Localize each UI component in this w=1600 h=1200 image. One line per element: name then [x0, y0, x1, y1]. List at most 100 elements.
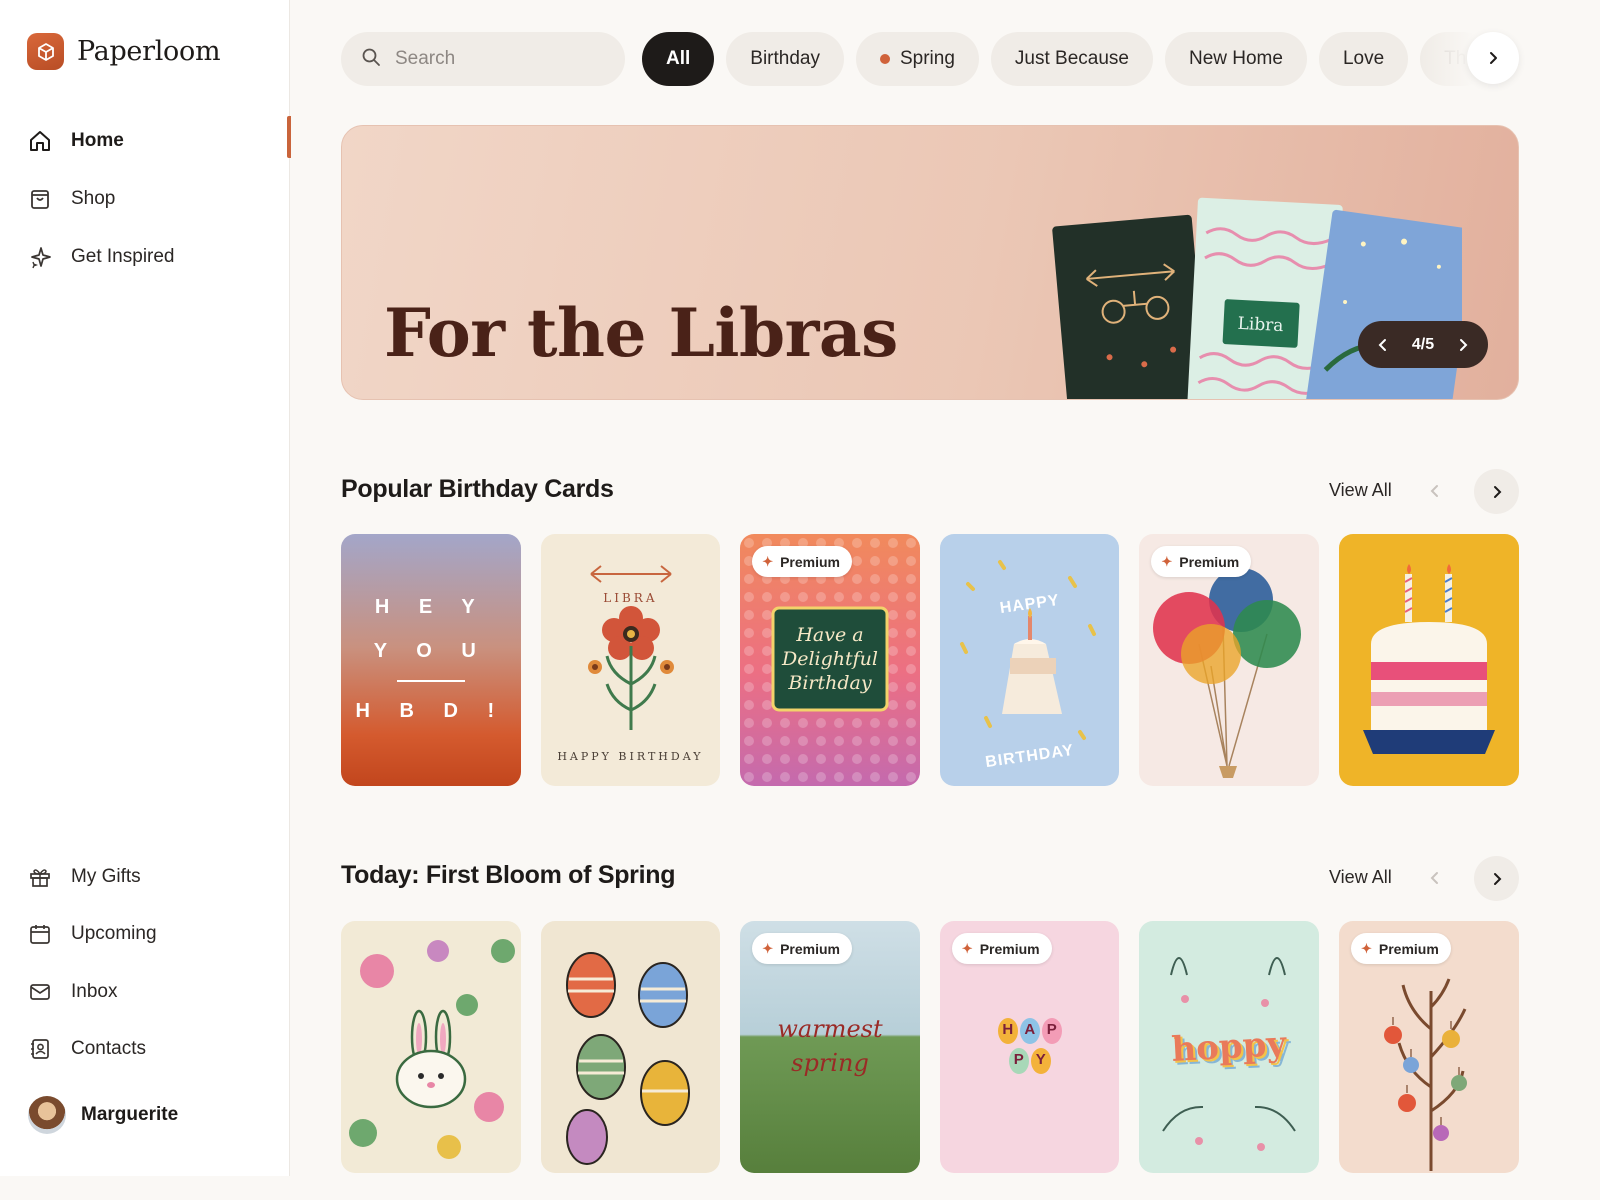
banner-prev-button[interactable]	[1374, 336, 1392, 354]
mail-icon	[28, 980, 52, 1004]
card-libra-flower[interactable]: LIBRA HAPPY BIRTHDAY	[540, 534, 721, 786]
card-happy-birthday-cake-slice[interactable]: HAPPY BIRTHDAY	[939, 534, 1120, 786]
card-easter-eggs[interactable]	[540, 921, 721, 1173]
card-divider	[397, 680, 465, 682]
card-text-line1: H E Y	[374, 596, 487, 618]
sparkles-icon	[28, 245, 52, 269]
egg-letter: P	[1013, 1051, 1024, 1068]
chevron-right-icon	[1493, 485, 1501, 498]
chip-all[interactable]: All	[642, 32, 715, 86]
card-text-line1: warmest	[777, 1015, 883, 1043]
search-input[interactable]	[395, 48, 595, 70]
section-title-birthday: Popular Birthday Cards	[341, 475, 614, 503]
nav-label: My Gifts	[71, 865, 141, 887]
birthday-cards-row: H E Y Y O U H B D ! LIBRA HAPPY BIRTHDAY…	[341, 534, 1519, 786]
chip-birthday[interactable]: Birthday	[726, 32, 844, 86]
search-bar[interactable]	[341, 32, 625, 86]
egg-letter: P	[1046, 1021, 1057, 1038]
spring-cards-row: ✦ Premium warmest spring H A P P Y ✦ Premi…	[341, 921, 1519, 1173]
banner-card-label: Libra	[1237, 314, 1284, 336]
card-text-line3: Birthday	[788, 672, 872, 694]
banner-pager: 4/5	[1358, 321, 1488, 368]
chips-next-button[interactable]	[1467, 32, 1519, 84]
card-bunny[interactable]	[341, 921, 521, 1173]
chip-spring[interactable]: Spring	[855, 32, 979, 86]
card-delightful-birthday[interactable]: ✦ Premium Have a Delightful Birthday	[740, 534, 920, 786]
primary-nav: Home Shop Get Inspired	[0, 112, 291, 286]
home-icon	[28, 129, 52, 153]
badge-label: Premium	[979, 940, 1040, 957]
egg-letter: H	[1002, 1021, 1014, 1038]
nav-label: Contacts	[71, 1038, 146, 1060]
secondary-nav: My Gifts Upcoming Inbox Contacts	[0, 848, 290, 1078]
card-happy-birthday-text: HAPPY BIRTHDAY	[557, 750, 704, 763]
nav-label: Inbox	[71, 980, 118, 1002]
premium-badge: ✦ Premium	[1350, 933, 1451, 964]
card-warmest-spring[interactable]: ✦ Premium warmest spring	[740, 921, 920, 1173]
card-balloons[interactable]: ✦ Premium	[1139, 534, 1319, 786]
live-dot-icon	[879, 54, 890, 64]
badge-label: Premium	[780, 553, 841, 570]
chip-new-home[interactable]: New Home	[1164, 32, 1307, 86]
card-libra-text: LIBRA	[603, 591, 658, 605]
hero-banner[interactable]: For the Libras Libra 4/5	[341, 125, 1519, 400]
banner-next-button[interactable]	[1454, 336, 1472, 354]
logo-box-icon	[27, 33, 64, 70]
sparkle-icon: ✦	[1360, 940, 1372, 956]
birthday-next-button[interactable]	[1474, 469, 1519, 514]
sparkle-icon: ✦	[762, 940, 774, 956]
banner-title: For the Libras	[384, 294, 898, 372]
chip-love[interactable]: Love	[1318, 32, 1409, 86]
shopping-bag-icon	[28, 187, 52, 211]
premium-badge: ✦ Premium	[1151, 546, 1252, 577]
chip-just-because[interactable]: Just Because	[990, 32, 1153, 86]
gift-icon	[28, 865, 52, 889]
badge-label: Premium	[780, 940, 841, 957]
nav-item-contacts[interactable]: Contacts	[0, 1021, 290, 1079]
logo[interactable]: Paperloom	[27, 33, 221, 70]
premium-badge: ✦ Premium	[951, 933, 1052, 964]
card-text-line2: Delightful	[781, 648, 878, 670]
birthday-prev-button[interactable]	[1418, 474, 1452, 508]
nav-item-home[interactable]: Home	[0, 112, 291, 170]
card-text-line2: spring	[791, 1049, 869, 1077]
premium-badge: ✦ Premium	[752, 933, 853, 964]
nav-item-shop[interactable]: Shop	[0, 170, 290, 228]
view-all-birthday-link[interactable]: View All	[1329, 480, 1392, 501]
badge-label: Premium	[1378, 940, 1439, 957]
view-all-spring-link[interactable]: View All	[1329, 867, 1392, 888]
nav-label: Shop	[71, 188, 116, 209]
card-text-line1: Have a	[796, 624, 864, 646]
banner-pager-count: 4/5	[1411, 335, 1435, 353]
app-name: Paperloom	[77, 36, 221, 67]
category-chips: All Birthday Spring Just Because New Hom…	[642, 32, 1518, 86]
birthday-cake-illustration	[1362, 564, 1495, 754]
chevron-left-icon	[1430, 485, 1438, 497]
card-happy-eggs[interactable]: H A P P Y ✦ Premium	[939, 921, 1120, 1173]
sidebar: Paperloom Home Shop Get Inspired My Gift…	[0, 0, 291, 1176]
card-egg-tree[interactable]: ✦ Premium	[1338, 921, 1519, 1173]
avatar	[28, 1096, 66, 1134]
flower-illustration	[587, 565, 674, 730]
chevron-right-icon	[1493, 872, 1501, 885]
premium-badge: ✦ Premium	[752, 546, 853, 577]
egg-letter: Y	[1035, 1051, 1046, 1068]
nav-label: Upcoming	[71, 923, 157, 945]
card-hoppy[interactable]: hoppy	[1139, 921, 1319, 1173]
section-title-spring: Today: First Bloom of Spring	[341, 861, 676, 889]
nav-item-upcoming[interactable]: Upcoming	[0, 906, 290, 964]
nav-item-inbox[interactable]: Inbox	[0, 963, 290, 1021]
spring-prev-button[interactable]	[1418, 861, 1452, 895]
card-text-line2: Y O U	[373, 640, 488, 662]
card-birthday-cake[interactable]	[1338, 534, 1519, 786]
nav-item-my-gifts[interactable]: My Gifts	[0, 848, 290, 906]
chip-label: Spring	[899, 48, 955, 69]
card-text-line3: H B D !	[355, 700, 507, 722]
nav-item-get-inspired[interactable]: Get Inspired	[0, 228, 290, 286]
user-profile[interactable]: Marguerite	[28, 1096, 178, 1134]
user-name: Marguerite	[81, 1104, 179, 1125]
card-hey-you-hbd[interactable]: H E Y Y O U H B D !	[341, 534, 521, 786]
spring-next-button[interactable]	[1474, 856, 1519, 901]
chevron-right-icon	[1490, 52, 1497, 64]
sparkle-icon: ✦	[762, 553, 774, 569]
